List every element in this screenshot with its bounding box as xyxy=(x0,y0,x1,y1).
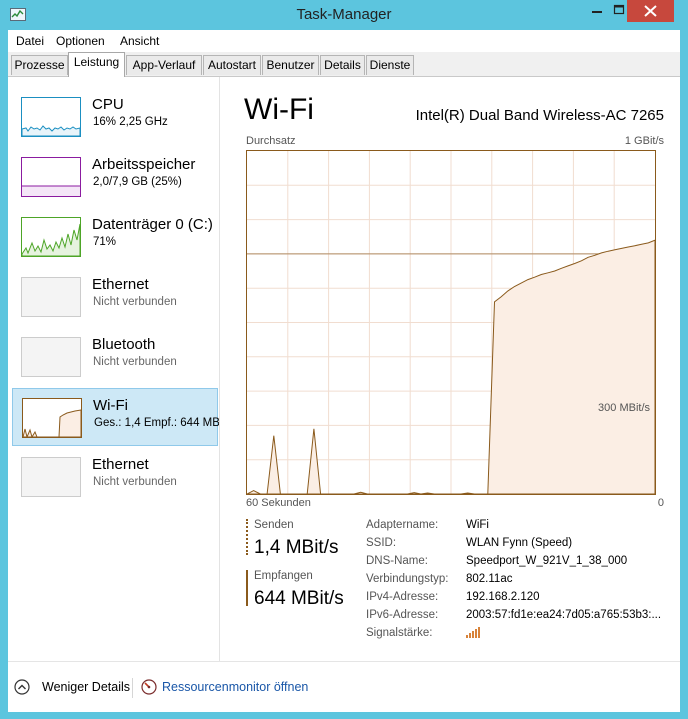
memory-thumbnail xyxy=(21,157,81,197)
menu-bar: Datei Optionen Ansicht xyxy=(8,30,680,52)
task-manager-window: Task-Manager Datei Optionen Ansicht Proz… xyxy=(0,0,688,719)
receive-value: 644 MBit/s xyxy=(254,588,344,609)
prop-key: SSID: xyxy=(366,537,397,549)
receive-label: Empfangen xyxy=(254,570,313,582)
menu-optionen[interactable]: Optionen xyxy=(56,34,105,48)
footer-divider xyxy=(132,678,133,698)
bluetooth-thumbnail xyxy=(21,337,81,377)
time-axis-left-label: 60 Sekunden xyxy=(246,497,311,509)
tab-autostart[interactable]: Autostart xyxy=(203,55,261,75)
tab-leistung[interactable]: Leistung xyxy=(68,52,125,77)
fewer-details-button[interactable]: Weniger Details xyxy=(42,680,130,694)
sidebar-item-cpu[interactable]: CPU 16% 2,25 GHz xyxy=(12,88,218,146)
cpu-thumbnail xyxy=(21,97,81,137)
tab-prozesse[interactable]: Prozesse xyxy=(11,55,68,75)
sidebar-title: Arbeitsspeicher xyxy=(92,156,196,173)
footer-bar: Weniger Details Ressourcenmonitor öffnen xyxy=(8,661,680,712)
sidebar-item-memory[interactable]: Arbeitsspeicher 2,0/7,9 GB (25%) xyxy=(12,148,218,206)
resource-monitor-icon[interactable] xyxy=(141,679,157,695)
sidebar-subtitle: 71% xyxy=(93,236,117,248)
send-label: Senden xyxy=(254,519,294,531)
wifi-thumbnail xyxy=(22,398,82,438)
sidebar-item-wifi[interactable]: Wi-Fi Ges.: 1,4 Empf.: 644 MB xyxy=(12,388,220,446)
sidebar-subtitle: 16% 2,25 GHz xyxy=(93,116,168,128)
tab-bar: Prozesse Leistung App-Verlauf Autostart … xyxy=(8,52,680,77)
prop-key: Signalstärke: xyxy=(366,627,433,639)
sidebar-title: Wi-Fi xyxy=(93,397,128,414)
ethernet-thumbnail xyxy=(21,457,81,497)
sidebar-title: Ethernet xyxy=(92,276,149,293)
prop-key: Verbindungstyp: xyxy=(366,573,449,585)
tab-benutzer[interactable]: Benutzer xyxy=(262,55,319,75)
performance-panel: CPU 16% 2,25 GHz Arbeitsspeicher 2,0/7,9… xyxy=(8,77,680,661)
tab-details[interactable]: Details xyxy=(320,55,365,75)
sidebar-title: Bluetooth xyxy=(92,336,156,353)
prop-key: IPv4-Adresse: xyxy=(366,591,439,603)
minimize-button[interactable] xyxy=(582,0,612,22)
detail-title: Wi-Fi xyxy=(244,93,314,126)
send-indicator xyxy=(246,519,250,555)
sidebar-subtitle: 2,0/7,9 GB (25%) xyxy=(93,176,182,188)
throughput-chart xyxy=(246,151,656,495)
throughput-graph xyxy=(246,150,656,495)
sidebar-subtitle: Ges.: 1,4 Empf.: 644 MB xyxy=(94,417,220,429)
menu-ansicht[interactable]: Ansicht xyxy=(120,34,159,48)
sidebar-title: CPU xyxy=(92,96,124,113)
prop-value: 2003:57:fd1e:ea24:7d05:a765:53b3:... xyxy=(466,609,662,621)
sidebar-item-ethernet-2[interactable]: Ethernet Nicht verbunden xyxy=(12,448,218,506)
throughput-max-label: 1 GBit/s xyxy=(624,135,664,147)
sidebar-title: Datenträger 0 (C:) xyxy=(92,216,213,233)
prop-key: Adaptername: xyxy=(366,519,439,531)
prop-value: WLAN Fynn (Speed) xyxy=(466,537,573,549)
sidebar-divider xyxy=(219,77,220,661)
prop-key: IPv6-Adresse: xyxy=(366,609,439,621)
throughput-mid-label: 300 MBit/s xyxy=(598,402,650,414)
signal-strength-icon xyxy=(466,627,480,638)
window-client: Datei Optionen Ansicht Prozesse Leistung… xyxy=(8,30,680,712)
sidebar-subtitle: Nicht verbunden xyxy=(93,356,177,368)
receive-indicator xyxy=(246,570,248,606)
prop-value: 192.168.2.120 xyxy=(466,591,540,603)
sidebar-subtitle: Nicht verbunden xyxy=(93,476,177,488)
sidebar-item-disk[interactable]: Datenträger 0 (C:) 71% xyxy=(12,208,218,266)
sidebar-subtitle: Nicht verbunden xyxy=(93,296,177,308)
sidebar-item-bluetooth[interactable]: Bluetooth Nicht verbunden xyxy=(12,328,218,386)
send-value: 1,4 MBit/s xyxy=(254,537,339,558)
tab-dienste[interactable]: Dienste xyxy=(366,55,414,75)
close-button[interactable] xyxy=(627,0,674,22)
chevron-up-circle-icon[interactable] xyxy=(14,679,30,695)
prop-value: 802.11ac xyxy=(466,573,513,585)
title-bar[interactable]: Task-Manager xyxy=(0,0,688,30)
prop-value: Speedport_W_921V_1_38_000 xyxy=(466,555,628,567)
menu-datei[interactable]: Datei xyxy=(16,34,44,48)
sidebar-title: Ethernet xyxy=(92,456,149,473)
prop-key: DNS-Name: xyxy=(366,555,428,567)
time-axis-right-label: 0 xyxy=(657,497,664,509)
adapter-device-name: Intel(R) Dual Band Wireless-AC 7265 xyxy=(415,107,664,124)
open-resource-monitor-link[interactable]: Ressourcenmonitor öffnen xyxy=(162,680,308,694)
throughput-label: Durchsatz xyxy=(246,135,296,147)
prop-value: WiFi xyxy=(466,519,489,531)
ethernet-thumbnail xyxy=(21,277,81,317)
disk-thumbnail xyxy=(21,217,81,257)
maximize-button[interactable] xyxy=(612,0,627,22)
tab-app-verlauf[interactable]: App-Verlauf xyxy=(126,55,202,75)
sidebar-item-ethernet[interactable]: Ethernet Nicht verbunden xyxy=(12,268,218,326)
